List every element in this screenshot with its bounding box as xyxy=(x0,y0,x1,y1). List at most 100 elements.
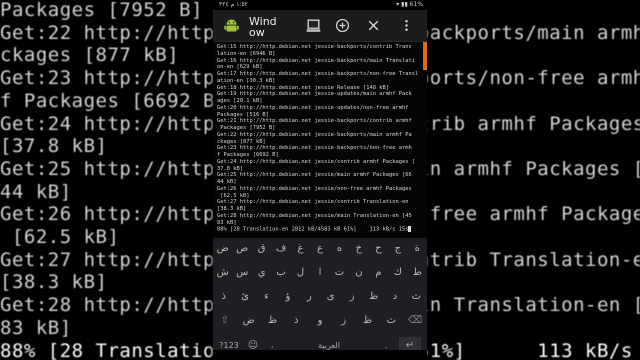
terminal-line-text: Get:21 http://http.debian.net jessie-bac… xyxy=(217,118,412,125)
terminal-line-text: [62.5 kB] xyxy=(217,192,250,199)
terminal-line-text: on-en [629 kB] xyxy=(217,64,263,71)
keyboard-key[interactable]: ط xyxy=(409,264,426,282)
terminal-line-text: Get:17 http://http.debian.net jessie-bac… xyxy=(217,71,419,77)
keyboard-key[interactable]: ض xyxy=(240,312,257,330)
keyboard-key[interactable]: ة xyxy=(409,240,426,258)
keyboard-key[interactable]: ظ xyxy=(365,288,382,306)
keyboard-key[interactable]: ز xyxy=(344,288,361,306)
terminal-cursor xyxy=(408,226,412,233)
window-title: Wind ow xyxy=(249,16,285,38)
keyboard-key[interactable]: ض xyxy=(214,240,231,258)
window-title-text: Wind ow xyxy=(249,15,277,39)
keyboard-key[interactable]: ظ xyxy=(359,312,376,330)
terminal-line-text: 44 kB] xyxy=(217,179,237,185)
terminal-line-text: Get:28 http://http.debian.net jessie/mai… xyxy=(217,212,412,219)
status-time: ١:٥٢ م ٣٢٤ xyxy=(219,1,248,8)
navigation-bar xyxy=(213,350,427,360)
keyboard-key[interactable]: د xyxy=(386,288,403,306)
background-terminal-line: [38.3 kB] xyxy=(0,271,108,294)
keyboard-key[interactable]: ش xyxy=(214,264,231,282)
keyboard-key[interactable]: ذ xyxy=(215,288,232,306)
terminal-output[interactable]: Get:15 http://http.debian.net jessie-bac… xyxy=(213,42,427,237)
terminal-line-text: Get:22 http://http.debian.net jessie-bac… xyxy=(217,131,412,138)
terminal-line-text: 88% [28 Translation-en 2812 kB/4583 kB 6… xyxy=(217,226,409,233)
keyboard-key[interactable]: ر xyxy=(301,288,318,306)
keyboard-key[interactable]: ظ xyxy=(264,312,281,330)
keyboard-key[interactable]: ت xyxy=(331,264,348,282)
keyboard-key[interactable]: ا xyxy=(312,264,329,282)
keyboard-key[interactable]: ف xyxy=(273,240,290,258)
keyboard-key[interactable]: ك xyxy=(389,264,406,282)
keyboard-key[interactable]: خ xyxy=(350,240,367,258)
keyboard-key[interactable]: ث xyxy=(408,288,425,306)
keyboard-row-3: ذئءؤرىزظدث xyxy=(213,286,427,308)
keyboard-key[interactable]: ب xyxy=(273,264,290,282)
keyboard-key[interactable]: س xyxy=(234,264,251,282)
keyboard-key[interactable]: ص xyxy=(234,240,251,258)
terminal-line: Get:25 http://http.debian.net jessie/mai… xyxy=(217,172,412,179)
terminal-scrollbar[interactable] xyxy=(423,42,427,70)
background-terminal-line: [62.5 kB] xyxy=(0,226,120,248)
terminal-line-text: 37.8 kB] xyxy=(217,165,243,172)
terminal-line-text: Get:20 http://http.debian.net jessie-upd… xyxy=(217,104,409,111)
keyboard-key[interactable]: ذ xyxy=(288,312,305,330)
terminal-line-text: Packages [7952 B] xyxy=(217,125,276,131)
keyboard-key[interactable]: ع xyxy=(312,240,329,258)
terminal-line-text: Get:25 http://http.debian.net jessie/mai… xyxy=(217,172,412,179)
background-terminal-line: Packages [7952 B] xyxy=(0,0,203,21)
add-icon[interactable] xyxy=(334,17,351,34)
keyboard-key[interactable]: ل xyxy=(292,264,309,282)
keyboard-key[interactable]: ج xyxy=(389,240,406,258)
app-titlebar: Wind ow xyxy=(213,10,427,42)
keyboard-key[interactable]: ⌫ xyxy=(407,312,424,330)
terminal-line: 88% [28 Translation-en 2812 kB/4583 kB 6… xyxy=(217,226,412,233)
close-icon[interactable] xyxy=(365,17,382,34)
keyboard-key[interactable]: ي xyxy=(253,264,270,282)
keyboard-key[interactable]: و xyxy=(312,312,329,330)
keyboard-row-2: شسيبلاتنمكط xyxy=(213,262,427,284)
android-icon[interactable] xyxy=(223,17,240,34)
keyboard-key[interactable]: ز xyxy=(335,312,352,330)
status-indicators: ▾ ▮▮ 61% xyxy=(396,1,423,8)
keyboard-key[interactable]: ث xyxy=(383,312,400,330)
keyboard-key[interactable]: ؤ xyxy=(279,288,296,306)
background-terminal-line: [37.8 kB] xyxy=(0,135,108,158)
keyboard-key[interactable]: ئ xyxy=(237,288,254,306)
keyboard-row-4: ⇧ ض ظ ذ و ز ظ ث ⌫ xyxy=(213,310,427,332)
terminal-line-text: ation-en [30.3 kB] xyxy=(217,77,276,84)
keyboard-key[interactable]: ء xyxy=(258,288,275,306)
terminal-line-text: Packages [516 B] xyxy=(217,111,269,118)
terminal-line-text: Get:19 http://http.debian.net jessie-upd… xyxy=(217,91,412,98)
terminal-line-text: ckages [877 kB] xyxy=(217,138,266,145)
status-bar: ١:٥٢ م ٣٢٤ ▾ ▮▮ 61% xyxy=(213,0,427,10)
terminal-line-text: Get:27 http://http.debian.net jessie/con… xyxy=(217,199,409,206)
more-vert-icon[interactable] xyxy=(398,17,415,34)
keyboard-key[interactable]: ن xyxy=(350,264,367,282)
keyboard-key[interactable]: ح xyxy=(370,240,387,258)
terminal-line-text: Get:26 http://http.debian.net jessie/non… xyxy=(217,185,412,192)
terminal-line-text: 83 kB] xyxy=(217,219,237,226)
phone-screen: ١:٥٢ م ٣٢٤ ▾ ▮▮ 61% Wind ow Get:15 http:… xyxy=(213,0,427,360)
arabic-keyboard: ضصقفغعهخحجة شسيبلاتنمكط ذئءؤرىزظدث ⇧ ض ظ ذ و… xyxy=(213,238,427,360)
terminal-line-text: lation-en [6946 B] xyxy=(217,50,276,57)
terminal-line: Get:28 http://http.debian.net jessie/mai… xyxy=(217,213,412,220)
keyboard-key[interactable]: ى xyxy=(322,288,339,306)
keyboard-key[interactable]: غ xyxy=(292,240,309,258)
terminal-line: Get:24 http://http.debian.net jessie/con… xyxy=(217,159,415,166)
keyboard-key[interactable]: ق xyxy=(253,240,270,258)
terminal-line-text: Get:15 http://http.debian.net jessie-bac… xyxy=(217,44,412,50)
terminal-line-text: ages [20.1 kB] xyxy=(217,98,263,104)
keyboard-key[interactable]: ⇧ xyxy=(216,312,233,330)
background-terminal-line: f Packages [6692 B] xyxy=(0,89,227,112)
background-terminal-line: 83 kB] xyxy=(0,316,72,339)
terminal-line-text: Get:23 http://http.debian.net jessie-bac… xyxy=(217,145,412,152)
background-terminal-line: ckages [877 kB] xyxy=(0,44,180,67)
keyboard-key[interactable]: م xyxy=(370,264,387,282)
terminal-line-text: Get:16 http://http.debian.net jessie-bac… xyxy=(217,57,415,64)
background-terminal-line: 44 kB] xyxy=(0,180,72,203)
terminal-line-text: Get:24 http://http.debian.net jessie/con… xyxy=(217,158,415,165)
keyboard-key[interactable]: ه xyxy=(331,240,348,258)
keyboard-row-1: ضصقفغعهخحجة xyxy=(213,238,427,260)
terminal-line-text: f Packages [6692 B] xyxy=(217,152,279,158)
terminal-icon[interactable] xyxy=(305,17,322,34)
